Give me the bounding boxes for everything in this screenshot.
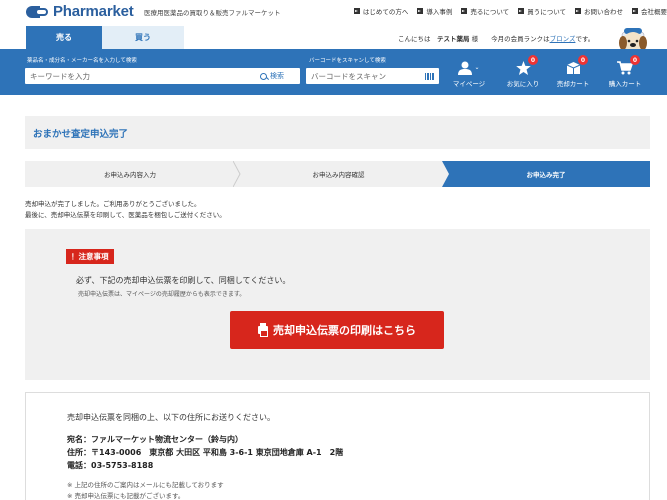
buy-cart-count-badge: 0 xyxy=(630,55,640,65)
progress-steps: お申込み内容入力 お申込み内容確認 お申込み完了 xyxy=(25,161,650,187)
arrow-square-icon xyxy=(632,8,638,14)
step-confirm: お申込み内容確認 xyxy=(235,161,442,187)
sell-cart-button[interactable]: 売却カート 0 xyxy=(553,53,593,91)
favorites-count-badge: 0 xyxy=(528,55,538,65)
step-input: お申込み内容入力 xyxy=(25,161,241,187)
print-slip-button[interactable]: 売却申込伝票の印刷はこちら xyxy=(230,311,444,349)
user-name: テスト薬局 xyxy=(437,35,470,43)
link-about-buying[interactable]: 買うについて xyxy=(518,6,566,16)
top-bar: Pharmarket 医療用医薬品の買取り＆販売ファルマーケット はじめての方へ… xyxy=(0,0,667,26)
notice-sub-text: 売却申込伝票は、マイページの売却履歴からも表示できます。 xyxy=(78,291,246,298)
barcode-search-label: バーコードをスキャンして検索 xyxy=(309,58,386,64)
step-arrow-icon xyxy=(442,161,449,187)
chevron-down-icon: ⌄ xyxy=(474,64,480,71)
keyword-search-label: 薬品名・成分名・メーカー名を入力して検索 xyxy=(27,58,137,64)
address-intro: 売却申込伝票を同梱の上、以下の住所にお送りください。 xyxy=(67,413,275,422)
buy-cart-button[interactable]: 購入カート 0 xyxy=(605,53,645,91)
sell-cart-count-badge: 0 xyxy=(578,55,588,65)
address-recipient: 宛名：ファルマーケット物流センター（鈴与内） xyxy=(67,435,243,444)
arrow-square-icon xyxy=(575,8,581,14)
link-case-studies[interactable]: 導入事例 xyxy=(417,6,452,16)
top-links: はじめての方へ 導入事例 売るについて 買うについて お問い合わせ 会社概要 xyxy=(353,6,667,16)
barcode-scan-button[interactable] xyxy=(421,68,437,84)
page-title-bar: おまかせ査定申込完了 xyxy=(25,116,650,149)
barcode-icon xyxy=(424,72,434,80)
arrow-square-icon xyxy=(461,8,468,14)
barcode-search-input[interactable] xyxy=(306,68,421,84)
search-icon xyxy=(260,72,267,80)
arrow-square-icon xyxy=(353,8,360,14)
notice-main-text: 必ず、下記の売却申込伝票を印刷して、同梱してください。 xyxy=(76,276,291,285)
arrow-square-icon xyxy=(518,8,525,14)
step-divider-icon xyxy=(233,161,241,187)
search-header: 薬品名・成分名・メーカー名を入力して検索 検索 バーコードをスキャンして検索 ⌄ xyxy=(0,49,667,95)
tab-sell[interactable]: 売る xyxy=(26,26,102,49)
box-icon xyxy=(566,62,580,74)
mode-tabs: 売る 買う xyxy=(26,26,184,49)
step-complete: お申込み完了 xyxy=(442,161,650,187)
keyword-search-input[interactable] xyxy=(25,68,260,84)
link-beginners[interactable]: はじめての方へ xyxy=(353,6,408,16)
shipping-address-panel: 売却申込伝票を同梱の上、以下の住所にお送りください。 宛名：ファルマーケット物流… xyxy=(25,392,650,500)
favorites-button[interactable]: お気に入り 0 xyxy=(503,53,543,91)
mypage-button[interactable]: ⌄ マイページ xyxy=(449,53,489,91)
search-button[interactable]: 検索 xyxy=(260,71,289,81)
link-company[interactable]: 会社概要 xyxy=(632,6,667,16)
address-note: ※ 売却申込伝票にも記載がございます。 xyxy=(67,492,185,500)
arrow-square-icon xyxy=(417,8,424,14)
notice-tag: ！注意事項 xyxy=(66,249,114,264)
keyword-search-box: 検索 xyxy=(25,68,300,84)
logo[interactable]: Pharmarket xyxy=(26,3,134,20)
brand-name: Pharmarket xyxy=(53,3,134,20)
mascot-character-icon xyxy=(619,28,647,50)
page-title: おまかせ査定申込完了 xyxy=(33,128,129,140)
address-note: ※ 上記の住所のご案内はメールにも記載しております xyxy=(67,481,224,489)
notice-panel: ！注意事項 必ず、下記の売却申込伝票を印刷して、同梱してください。 売却申込伝票… xyxy=(25,229,650,380)
address-phone: 電話：03-5753-8188 xyxy=(67,461,154,470)
printer-icon xyxy=(258,323,268,337)
tab-buy[interactable]: 買う xyxy=(102,26,184,49)
barcode-search-box xyxy=(306,68,439,84)
address-street: 住所：〒143-0006 東京都 大田区 平和島 3-6-1 東京団地倉庫 A-… xyxy=(67,448,344,457)
pharmarket-logo-icon xyxy=(26,5,48,18)
brand-tagline: 医療用医薬品の買取り＆販売ファルマーケット xyxy=(144,9,281,17)
user-icon xyxy=(458,61,473,75)
link-contact[interactable]: お問い合わせ xyxy=(575,6,623,16)
completion-message: 売却申込が完了しました。ご利用ありがとうございました。 最後に、売却申込伝票を印… xyxy=(25,200,226,219)
link-about-selling[interactable]: 売るについて xyxy=(461,6,509,16)
member-rank-link[interactable]: ブロンズ xyxy=(550,35,576,43)
user-greeting: こんにちは テスト薬局 様 今月の会員ランクはブロンズです。 xyxy=(398,35,595,43)
